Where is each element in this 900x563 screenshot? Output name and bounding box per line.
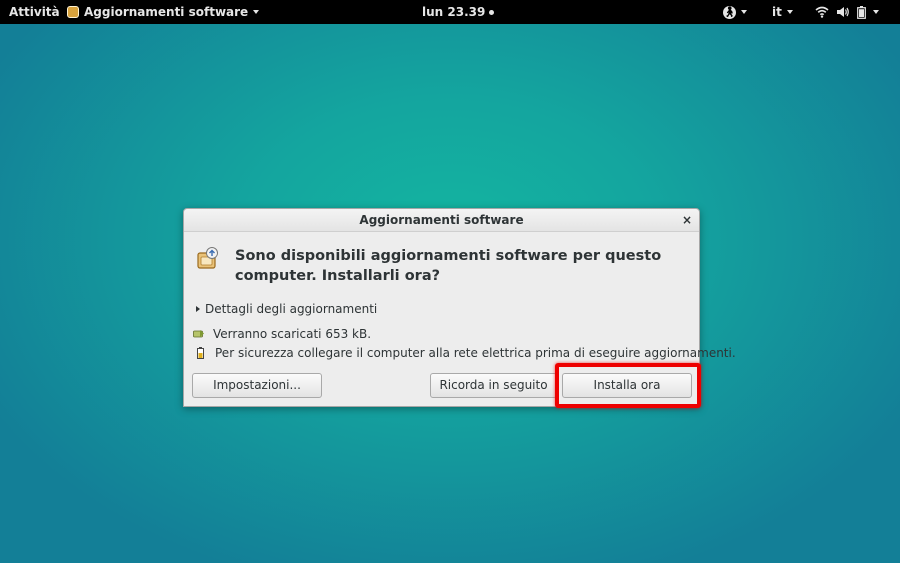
chevron-down-icon xyxy=(253,10,260,14)
dialog-titlebar[interactable]: Aggiornamenti software × xyxy=(184,209,699,232)
dialog-title: Aggiornamenti software xyxy=(359,213,524,227)
language-menu[interactable]: it xyxy=(772,0,793,24)
language-label: it xyxy=(772,5,782,19)
download-icon xyxy=(193,330,204,338)
software-update-icon xyxy=(197,247,218,269)
chevron-down-icon xyxy=(873,10,879,14)
top-bar: Attività Aggiornamenti software lun 23.3… xyxy=(0,0,900,24)
app-menu[interactable]: Aggiornamenti software xyxy=(67,0,260,24)
battery-icon xyxy=(197,347,204,359)
power-warning-text: Per sicurezza collegare il computer alla… xyxy=(215,346,736,360)
volume-icon xyxy=(837,7,849,17)
dialog-headline: Sono disponibili aggiornamenti software … xyxy=(235,246,675,286)
headline-line-2: computer. Installarli ora? xyxy=(235,268,441,284)
clock[interactable]: lun 23.39 xyxy=(422,0,495,24)
headline-line-1: Sono disponibili aggiornamenti software … xyxy=(235,248,662,264)
clock-label: lun 23.39 xyxy=(422,5,486,19)
expander-label: Dettagli degli aggiornamenti xyxy=(205,302,378,316)
close-icon[interactable]: × xyxy=(682,209,692,231)
system-menu[interactable] xyxy=(815,0,879,24)
power-warning: Per sicurezza collegare il computer alla… xyxy=(193,345,736,361)
remind-later-button[interactable]: Ricorda in seguito xyxy=(430,373,557,398)
download-info: Verranno scaricati 653 kB. xyxy=(193,326,371,342)
accessibility-icon: 🚶︎ xyxy=(723,5,736,19)
expander-arrow-icon xyxy=(196,306,200,312)
wifi-icon xyxy=(815,6,829,18)
activities-button[interactable]: Attività xyxy=(9,0,60,24)
chevron-down-icon xyxy=(786,10,793,14)
accessibility-menu[interactable]: 🚶︎ xyxy=(723,0,747,24)
software-updater-icon xyxy=(67,6,79,18)
battery-icon xyxy=(857,5,866,19)
settings-button[interactable]: Impostazioni... xyxy=(192,373,322,398)
app-menu-label: Aggiornamenti software xyxy=(84,5,249,19)
install-button-highlight xyxy=(555,363,701,408)
download-info-text: Verranno scaricati 653 kB. xyxy=(213,327,372,341)
notification-dot-icon xyxy=(489,9,495,15)
update-details-expander[interactable]: Dettagli degli aggiornamenti xyxy=(196,301,377,317)
chevron-down-icon xyxy=(741,10,747,14)
